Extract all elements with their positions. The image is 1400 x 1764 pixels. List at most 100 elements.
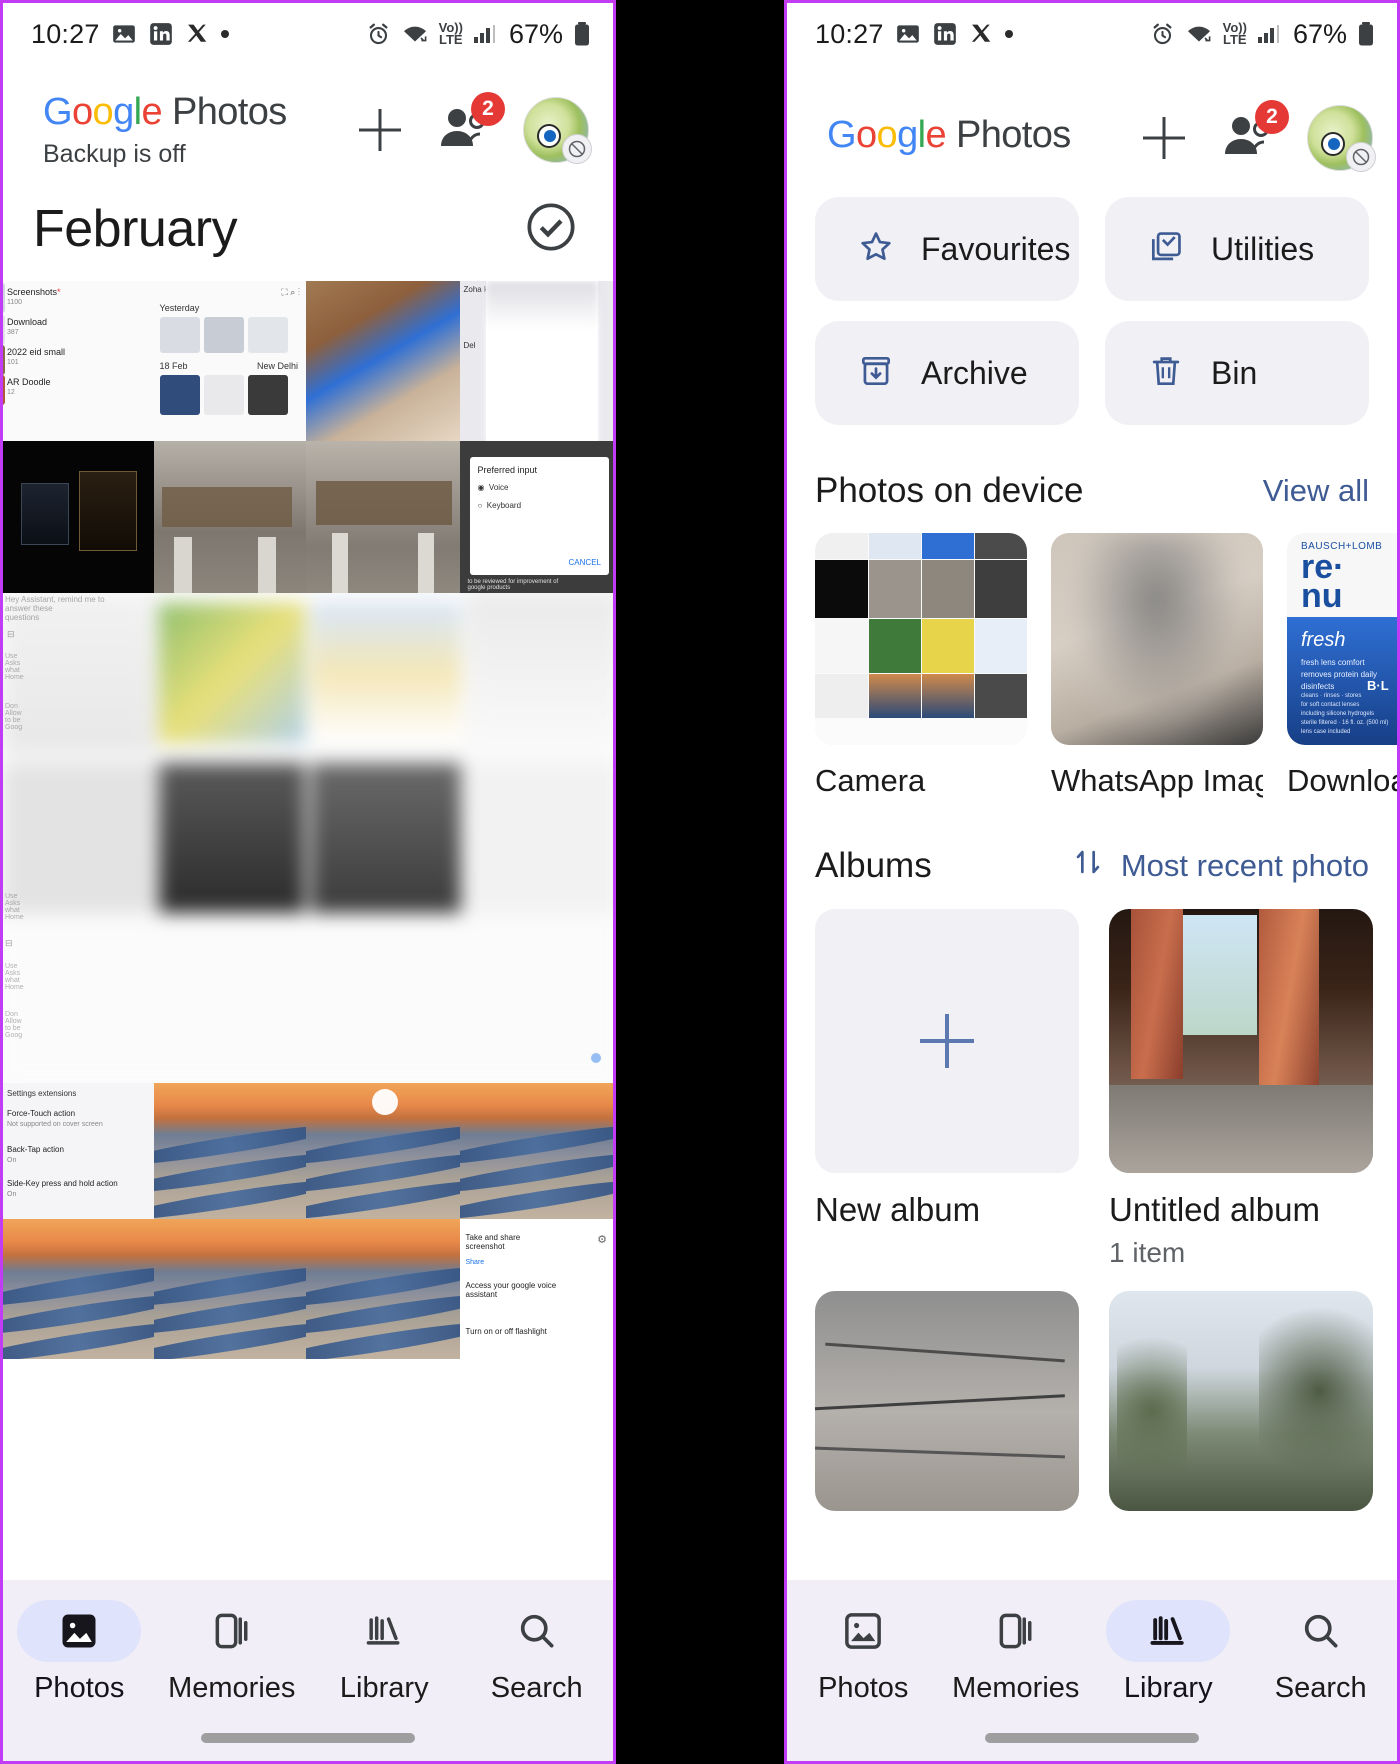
linkedin-icon: [932, 21, 958, 47]
album-rock-texture[interactable]: [815, 1291, 1079, 1511]
album-thumb-new: [815, 909, 1079, 1173]
nav-item-memories[interactable]: Memories: [940, 1594, 1093, 1705]
tile-assistant-options-screenshot[interactable]: Take and sharescreenshot Share ○ Access …: [459, 1219, 613, 1359]
status-bar-left: 10:27 Vo)) LTE 67%: [3, 3, 613, 65]
nav-item-library[interactable]: Library: [1092, 1594, 1245, 1705]
device-folder-name: Camera: [815, 763, 926, 798]
nav-label-library: Library: [339, 1672, 429, 1704]
month-header: February: [3, 169, 613, 281]
nav-item-memories[interactable]: Memories: [156, 1594, 309, 1705]
album-thumb-rock: [815, 1291, 1079, 1511]
albums-row-2[interactable]: [815, 1291, 1373, 1511]
backup-off-icon: [562, 134, 592, 164]
tile-preferred-input-dialog[interactable]: Preferred input ◉ Voice ○ Keyboard CANCE…: [459, 441, 613, 593]
linkedin-icon: [148, 21, 174, 47]
tile-construction-site-photo-2[interactable]: [306, 441, 460, 593]
library-icon: [1150, 1616, 1184, 1645]
device-folders-row[interactable]: Camera WhatsApp Imag... BAUSCH+LOMB re·: [815, 533, 1397, 799]
album-trees-sky[interactable]: [1109, 1291, 1373, 1511]
view-all-link[interactable]: View all: [1263, 473, 1369, 509]
device-folder-camera[interactable]: Camera: [815, 533, 1027, 799]
device-folder-download[interactable]: BAUSCH+LOMB re· nu fresh fresh lens comfo…: [1287, 533, 1397, 799]
backup-off-icon: [1346, 142, 1376, 172]
wifi-icon: [1185, 22, 1213, 46]
nav-pill-memories: [170, 1600, 294, 1662]
tile-screenshots-folder-list[interactable]: Screenshots* 1100 Download 387 2022 eid …: [3, 281, 154, 441]
nav-item-photos[interactable]: Photos: [3, 1594, 156, 1705]
device-folder-name: WhatsApp Imag...: [1051, 763, 1263, 798]
album-new[interactable]: New album: [815, 909, 1079, 1269]
chip-label: Favourites: [921, 230, 1071, 267]
device-folder-thumb: [1051, 533, 1263, 745]
gesture-bar[interactable]: [201, 1733, 415, 1743]
backup-status-label: Backup is off: [43, 140, 186, 168]
albums-sort-button[interactable]: Most recent photo: [1071, 845, 1369, 887]
google-photos-logo: Google Photos: [827, 113, 1071, 156]
tile-perfume-box-photo[interactable]: [3, 441, 154, 593]
tile-beach-sunset-photo[interactable]: [153, 1083, 307, 1219]
tile-beach-sunset-photo-2[interactable]: [306, 1083, 460, 1219]
chip-utilities[interactable]: Utilities: [1105, 197, 1369, 301]
chip-bin[interactable]: Bin: [1105, 321, 1369, 425]
chip-label: Utilities: [1211, 230, 1315, 267]
section-title: Albums: [815, 846, 932, 885]
tile-photos-grid-screenshot[interactable]: ⛶ ⌕ ⋮ Yesterday 18 Feb New Delhi: [153, 281, 307, 441]
tile-construction-site-photo[interactable]: [153, 441, 307, 593]
album-untitled[interactable]: Untitled album 1 item: [1109, 909, 1373, 1269]
nav-pill-library: [322, 1600, 446, 1662]
nav-item-photos[interactable]: Photos: [787, 1594, 940, 1705]
tile-settings-extension-screenshot[interactable]: Settings extensions Force-Touch action N…: [3, 1083, 154, 1219]
albums-row[interactable]: New album Untitled album 1 item: [815, 909, 1373, 1269]
device-folder-whatsapp[interactable]: WhatsApp Imag...: [1051, 533, 1263, 799]
chip-archive[interactable]: Archive: [815, 321, 1079, 425]
tile-blue-bag-photo[interactable]: [306, 281, 460, 441]
x-twitter-icon: [185, 22, 210, 47]
library-icon: [366, 1616, 400, 1645]
tile-blurred-settings-screenshot[interactable]: Hey Assistant, remind me to answer these…: [3, 593, 613, 1083]
photo-grid-row-blurred: Hey Assistant, remind me to answer these…: [3, 593, 613, 1083]
add-button[interactable]: [353, 103, 407, 157]
two-phone-comparison: 10:27 Vo)) LTE 67% Google Photos Backup …: [0, 0, 1400, 1764]
add-button[interactable]: [1137, 111, 1191, 165]
battery-percent-label: 67%: [508, 18, 563, 49]
chip-favourites[interactable]: Favourites: [815, 197, 1079, 301]
trash-icon: [1147, 352, 1185, 395]
gesture-bar[interactable]: [985, 1733, 1199, 1743]
sharing-badge-count: 2: [471, 92, 505, 126]
avatar[interactable]: [523, 97, 592, 164]
photo-grid[interactable]: Screenshots* 1100 Download 387 2022 eid …: [3, 281, 613, 1580]
device-folder-thumb: BAUSCH+LOMB re· nu fresh fresh lens comfo…: [1287, 533, 1397, 745]
avatar[interactable]: [1307, 105, 1376, 172]
photos-notification-icon: [111, 21, 137, 47]
nav-label-memories: Memories: [168, 1672, 296, 1704]
wifi-icon: [401, 22, 429, 46]
photos-on-device-header: Photos on device View all: [815, 471, 1369, 511]
library-chips: Favourites Utilities Archive Bin: [815, 197, 1369, 425]
more-dot-icon: [1004, 30, 1013, 38]
photo-grid-row: Preferred input ◉ Voice ○ Keyboard CANCE…: [3, 441, 613, 593]
status-time: 10:27: [31, 18, 100, 49]
tile-beach-sunset-photo-3[interactable]: [459, 1083, 613, 1219]
device-folder-name: Downloa: [1287, 763, 1397, 798]
nav-item-library[interactable]: Library: [308, 1594, 461, 1705]
album-name: New album: [815, 1191, 981, 1228]
photos-notification-icon: [895, 21, 921, 47]
nav-label-memories: Memories: [952, 1672, 1080, 1704]
tile-beach-sunset-photo-6[interactable]: [306, 1219, 460, 1359]
library-content[interactable]: Favourites Utilities Archive Bin Photos …: [787, 171, 1397, 1580]
tile-beach-sunset-photo-4[interactable]: [3, 1219, 154, 1359]
sharing-button[interactable]: 2: [437, 92, 505, 156]
albums-sort-label: Most recent photo: [1120, 848, 1369, 883]
tile-chat-screenshot[interactable]: Zoha k... Del: [459, 281, 613, 441]
sharing-button[interactable]: 2: [1221, 100, 1289, 164]
nav-item-search[interactable]: Search: [1245, 1594, 1398, 1705]
album-thumb-untitled: [1109, 909, 1373, 1173]
nav-item-search[interactable]: Search: [461, 1594, 614, 1705]
alarm-icon: [1150, 22, 1175, 47]
avatar-eye: [537, 124, 561, 148]
album-thumb-trees: [1109, 1291, 1373, 1511]
select-all-button[interactable]: [525, 201, 577, 258]
archive-icon: [857, 352, 895, 395]
tile-beach-sunset-photo-5[interactable]: [153, 1219, 307, 1359]
search-icon: [520, 1614, 554, 1648]
